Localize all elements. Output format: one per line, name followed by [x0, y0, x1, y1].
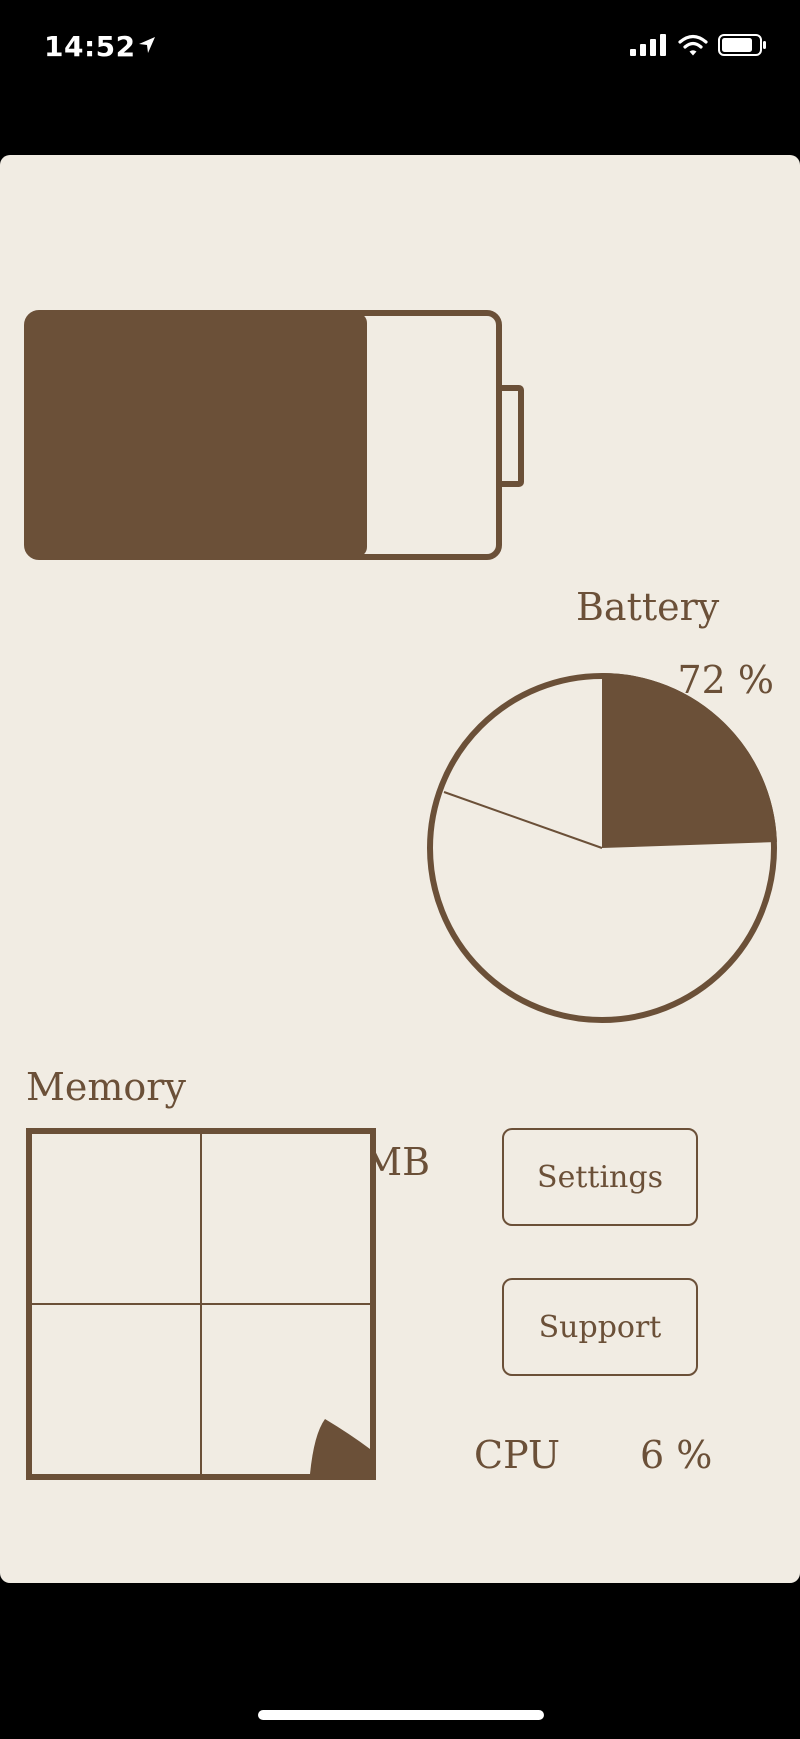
battery-level-graphic	[24, 310, 524, 560]
memory-label: Memory	[26, 1065, 186, 1109]
battery-status-icon	[718, 34, 768, 60]
home-indicator	[258, 1710, 544, 1720]
battery-label: Battery	[576, 585, 720, 629]
status-icons	[630, 34, 768, 60]
memory-pie-chart	[427, 673, 777, 1023]
battery-fill	[27, 313, 367, 557]
settings-button[interactable]: Settings	[502, 1128, 698, 1226]
location-arrow-icon	[138, 36, 156, 58]
main-panel: Battery 72 % Memory 681 / 2785 MB Settin…	[0, 155, 800, 1583]
cpu-value: 6 %	[640, 1433, 713, 1477]
cellular-signal-icon	[630, 34, 668, 60]
wifi-icon	[678, 34, 708, 60]
status-time: 14:52	[44, 30, 136, 63]
cpu-usage-graphic	[26, 1128, 376, 1480]
battery-terminal	[496, 385, 524, 487]
memory-pie-used	[602, 673, 777, 848]
status-bar: 14:52	[0, 0, 800, 100]
cpu-label: CPU	[474, 1433, 561, 1477]
support-button[interactable]: Support	[502, 1278, 698, 1376]
